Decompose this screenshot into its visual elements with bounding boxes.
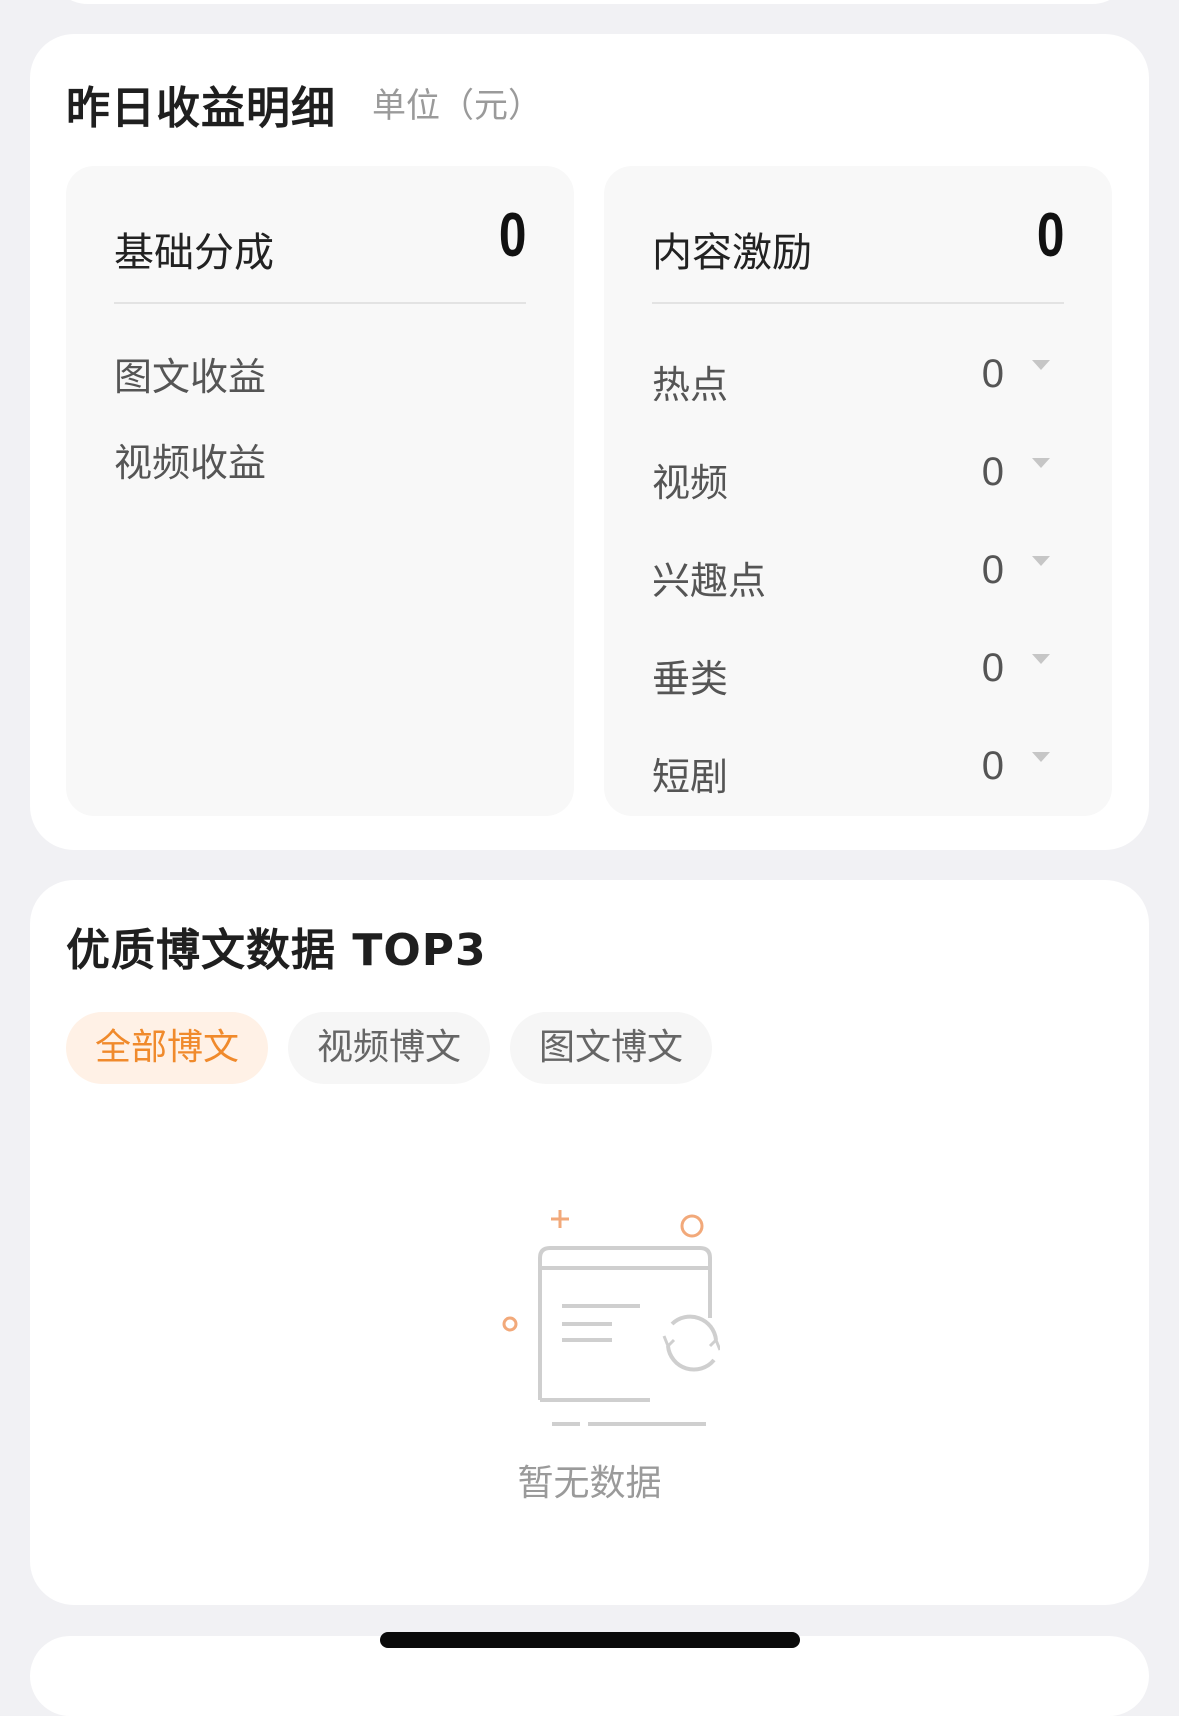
row-value: 0 (981, 352, 1004, 396)
next-card-edge (30, 1636, 1149, 1716)
previous-card-edge (48, 0, 1132, 4)
row-label: 兴趣点 (652, 559, 767, 603)
base-share-panel: 基础分成 0 图文收益 视频收益 (66, 166, 574, 816)
incentive-row-vertical[interactable]: 垂类 0 (652, 640, 1064, 701)
caret-down-icon[interactable] (1032, 556, 1050, 566)
divider (652, 302, 1064, 304)
divider (114, 302, 526, 304)
top-posts-card: 优质博文数据 TOP3 全部博文 视频博文 图文博文 暂无数据 (30, 880, 1149, 1605)
incentive-row-interest[interactable]: 兴趣点 0 (652, 542, 1064, 603)
incentive-row-hotspot[interactable]: 热点 0 (652, 346, 1064, 407)
empty-card-refresh-icon (502, 1210, 720, 1426)
tab-video-posts[interactable]: 视频博文 (288, 1012, 490, 1084)
base-share-total: 0 (498, 201, 526, 270)
row-value: 0 (981, 450, 1004, 494)
incentive-row-video[interactable]: 视频 0 (652, 444, 1064, 505)
video-earnings-label: 视频收益 (114, 441, 267, 485)
row-label: 短剧 (652, 755, 729, 799)
row-label: 视频 (652, 461, 729, 505)
graphic-text-earnings-label: 图文收益 (114, 355, 267, 399)
row-label: 热点 (652, 363, 729, 407)
content-incentive-label: 内容激励 (652, 230, 812, 276)
base-share-label: 基础分成 (114, 230, 274, 276)
empty-state-text: 暂无数据 (517, 1463, 662, 1504)
earnings-unit: 单位（元） (372, 86, 542, 126)
row-value: 0 (981, 646, 1004, 690)
row-value: 0 (981, 548, 1004, 592)
earnings-title: 昨日收益明细 (66, 83, 336, 134)
content-incentive-total: 0 (1036, 201, 1064, 270)
row-label: 垂类 (652, 657, 729, 701)
top-posts-title: 优质博文数据 TOP3 (66, 925, 487, 976)
caret-down-icon[interactable] (1032, 752, 1050, 762)
earnings-card: 昨日收益明细 单位（元） 基础分成 0 图文收益 视频收益 内容激励 0 热点 … (30, 34, 1149, 850)
row-value: 0 (981, 744, 1004, 788)
incentive-row-short-drama[interactable]: 短剧 0 (652, 738, 1064, 799)
tab-all-posts[interactable]: 全部博文 (66, 1012, 268, 1084)
content-incentive-panel: 内容激励 0 热点 0 视频 0 兴趣点 0 垂类 0 短剧 0 (604, 166, 1112, 816)
caret-down-icon[interactable] (1032, 360, 1050, 370)
home-indicator[interactable] (380, 1632, 800, 1648)
tab-graphic-posts[interactable]: 图文博文 (510, 1012, 712, 1084)
caret-down-icon[interactable] (1032, 458, 1050, 468)
caret-down-icon[interactable] (1032, 654, 1050, 664)
